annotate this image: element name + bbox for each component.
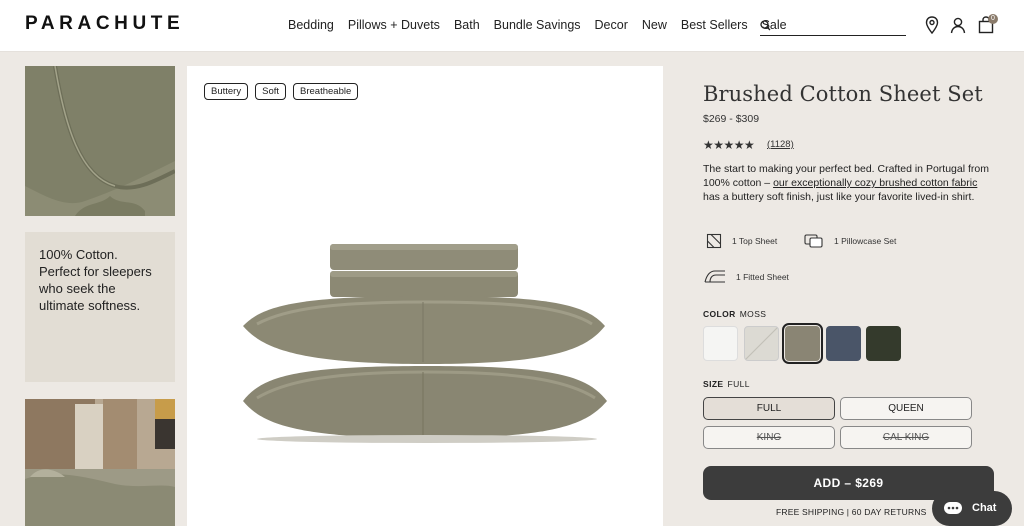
color-swatch-moss[interactable]	[782, 323, 823, 364]
size-option-queen[interactable]: QUEEN	[840, 397, 972, 420]
search-icon	[760, 20, 771, 31]
fitted-sheet-icon	[704, 270, 725, 283]
nav-item-best-sellers[interactable]: Best Sellers	[681, 18, 748, 32]
search-box	[760, 15, 906, 36]
feature-pillowcase-set: 1 Pillowcase Set	[804, 233, 896, 249]
nav-item-new[interactable]: New	[642, 18, 667, 32]
shipping-returns-note: FREE SHIPPING | 60 DAY RETURNS	[776, 507, 927, 517]
color-swatch-white[interactable]	[703, 326, 738, 361]
color-swatch-blue[interactable]	[826, 326, 861, 361]
feature-callout-text: 100% Cotton. Perfect for sleepers who se…	[39, 247, 152, 313]
size-label: SIZE FULL	[703, 379, 750, 389]
location-pin-icon[interactable]	[922, 15, 942, 35]
feature-top-sheet-label: 1 Top Sheet	[732, 236, 778, 246]
color-swatch-dark-green[interactable]	[866, 326, 901, 361]
nav-item-pillows-duvets[interactable]: Pillows + Duvets	[348, 18, 440, 32]
thumbnail-fitted-sheet-corner[interactable]	[25, 66, 175, 216]
nav-item-bedding[interactable]: Bedding	[288, 18, 334, 32]
feature-pillowcase-set-label: 1 Pillowcase Set	[834, 236, 897, 246]
fabric-info-link[interactable]: our exceptionally cozy brushed cotton fa…	[773, 177, 977, 189]
search-input[interactable]	[778, 17, 902, 34]
selected-size-name: FULL	[727, 379, 750, 389]
product-price: $269 - $309	[703, 113, 760, 125]
pillowcase-icon	[804, 234, 823, 248]
fitted-sheet-image	[25, 66, 175, 216]
review-count-link[interactable]: (1128)	[767, 139, 794, 150]
chat-bubble-icon	[944, 502, 962, 514]
chat-label: Chat	[972, 502, 997, 514]
account-icon[interactable]	[948, 15, 968, 35]
main-nav: Bedding Pillows + Duvets Bath Bundle Sav…	[288, 18, 801, 32]
feature-top-sheet: 1 Top Sheet	[706, 233, 777, 249]
thumbnail-bedroom-scene[interactable]	[25, 399, 175, 526]
nav-item-decor[interactable]: Decor	[595, 18, 628, 32]
nav-item-bath[interactable]: Bath	[454, 18, 480, 32]
feature-fitted-sheet: 1 Fitted Sheet	[704, 269, 789, 285]
sheet-set-stack-image	[243, 244, 607, 443]
star-rating: ★★★★★	[703, 138, 755, 152]
color-heading: COLOR	[703, 309, 736, 319]
size-option-cal-king[interactable]: CAL KING	[840, 426, 972, 449]
description-text-end: has a buttery soft finish, just like you…	[703, 191, 975, 203]
product-description: The start to making your perfect bed. Cr…	[703, 162, 997, 204]
top-sheet-icon	[706, 233, 722, 249]
chat-button[interactable]: Chat	[932, 491, 1012, 526]
main-product-image: Buttery Soft Breatheable	[187, 66, 663, 526]
site-header: PARACHUTE Bedding Pillows + Duvets Bath …	[0, 0, 1024, 52]
feature-callout-card: 100% Cotton. Perfect for sleepers who se…	[25, 232, 175, 382]
product-title: Brushed Cotton Sheet Set	[703, 82, 983, 106]
selected-color-name: MOSS	[739, 309, 767, 319]
nav-item-bundle-savings[interactable]: Bundle Savings	[494, 18, 581, 32]
color-swatch-light-grey[interactable]	[744, 326, 779, 361]
cart-count-badge: 0	[988, 14, 998, 24]
bedroom-scene-image	[25, 399, 175, 526]
size-option-king[interactable]: KING	[703, 426, 835, 449]
color-label: COLOR MOSS	[703, 309, 766, 319]
size-option-full[interactable]: FULL	[703, 397, 835, 420]
feature-fitted-sheet-label: 1 Fitted Sheet	[736, 272, 789, 282]
brand-logo[interactable]: PARACHUTE	[25, 13, 184, 35]
size-heading: SIZE	[703, 379, 724, 389]
